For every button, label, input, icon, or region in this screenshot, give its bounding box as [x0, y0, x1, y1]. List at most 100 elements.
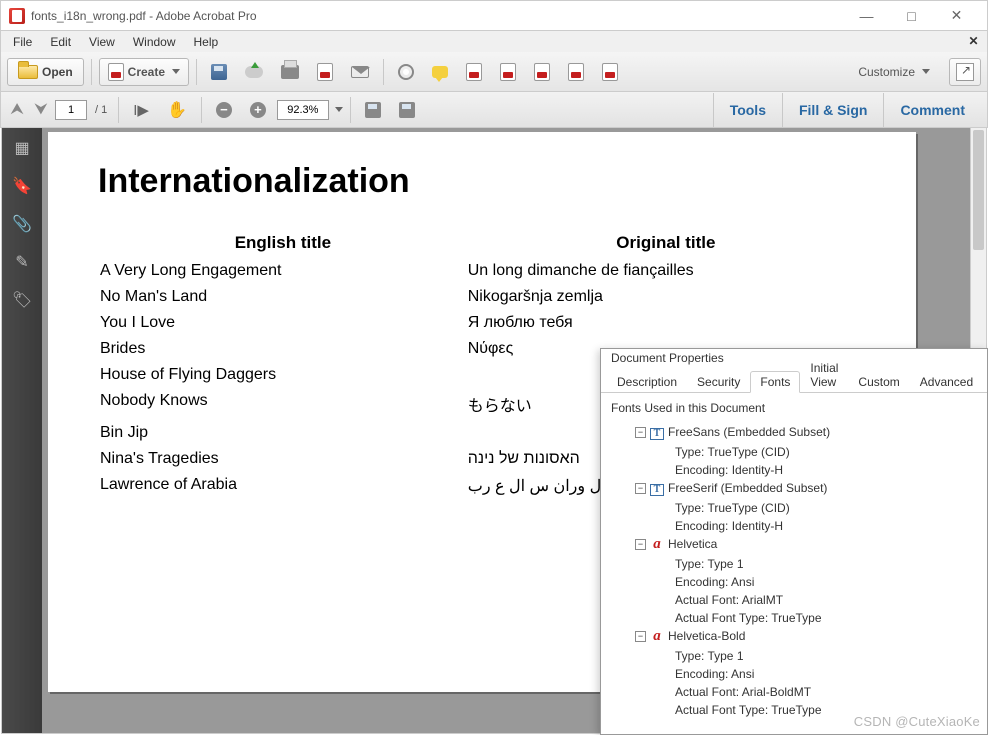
mail-icon	[351, 66, 369, 78]
collapse-icon[interactable]: −	[635, 539, 646, 550]
toolbar-separator	[118, 97, 119, 123]
menu-help[interactable]: Help	[186, 33, 227, 51]
pdf-icon	[108, 63, 124, 81]
font-detail: Encoding: Identity-H	[675, 461, 977, 479]
font-detail: Encoding: Ansi	[675, 573, 977, 591]
cell-original: Un long dimanche de fiançailles	[468, 259, 864, 283]
font-name: FreeSans (Embedded Subset)	[668, 425, 830, 439]
print-button[interactable]	[274, 58, 306, 86]
fullscreen-button[interactable]	[949, 58, 981, 86]
table-row: You I LoveЯ люблю тебя	[100, 311, 864, 335]
menu-window[interactable]: Window	[125, 33, 184, 51]
cell-english: Nina's Tragedies	[100, 447, 466, 471]
menu-edit[interactable]: Edit	[42, 33, 79, 51]
zoom-input[interactable]	[277, 100, 329, 120]
signatures-panel-button[interactable]: ✎	[12, 252, 32, 272]
save-icon	[211, 64, 227, 80]
cloud-upload-button[interactable]	[238, 58, 270, 86]
share-pdf-icon	[317, 63, 333, 81]
tab-initial-view[interactable]: Initial View	[800, 357, 848, 393]
next-page-button[interactable]: ⮟	[31, 100, 51, 120]
maximize-button[interactable]: □	[889, 1, 934, 30]
font-node[interactable]: −a Helvetica-Bold	[635, 627, 977, 645]
bookmarks-panel-button[interactable]: 🔖	[12, 176, 32, 196]
sign-button[interactable]	[561, 58, 591, 86]
tab-custom[interactable]: Custom	[848, 371, 909, 393]
tab-description[interactable]: Description	[607, 371, 687, 393]
cell-original: Я люблю тебя	[468, 311, 864, 335]
font-name: Helvetica-Bold	[668, 629, 745, 643]
tab-security[interactable]: Security	[687, 371, 750, 393]
col-original: Original title	[468, 233, 864, 257]
zoom-in-button[interactable]: +	[243, 96, 273, 124]
font-type-icon: a	[650, 630, 664, 642]
email-button[interactable]	[344, 58, 376, 86]
window-title: fonts_i18n_wrong.pdf - Adobe Acrobat Pro	[31, 9, 844, 23]
fill-sign-panel-button[interactable]: Fill & Sign	[782, 93, 883, 127]
gear-icon	[398, 64, 414, 80]
combine-icon	[534, 63, 550, 81]
tags-panel-button[interactable]: 🏷	[12, 290, 32, 310]
combine-button[interactable]	[527, 58, 557, 86]
plus-icon: +	[250, 102, 266, 118]
font-name: FreeSerif (Embedded Subset)	[668, 481, 827, 495]
fullscreen-icon	[956, 63, 974, 81]
fit-page-icon	[365, 102, 381, 118]
folder-icon	[18, 65, 38, 79]
font-detail: Encoding: Identity-H	[675, 517, 977, 535]
font-node[interactable]: −TFreeSans (Embedded Subset)	[635, 423, 977, 441]
font-node[interactable]: −TFreeSerif (Embedded Subset)	[635, 479, 977, 497]
font-name: Helvetica	[668, 537, 717, 551]
cell-english: Bin Jip	[100, 421, 466, 445]
select-tool-button[interactable]: I▶	[126, 96, 156, 124]
comment-tool-button[interactable]	[425, 58, 455, 86]
table-row: No Man's LandNikogaršnja zemlja	[100, 285, 864, 309]
cell-english: Nobody Knows	[100, 389, 466, 419]
fit-page-button[interactable]	[358, 96, 388, 124]
sign-icon	[568, 63, 584, 81]
tools-panel-button[interactable]: Tools	[713, 93, 782, 127]
font-detail: Type: Type 1	[675, 555, 977, 573]
menu-close-doc-button[interactable]: ✕	[966, 33, 981, 48]
minimize-button[interactable]: ―	[844, 1, 889, 30]
page-number-input[interactable]	[55, 100, 87, 120]
create-label: Create	[128, 65, 165, 79]
menu-bar: File Edit View Window Help ✕	[0, 31, 988, 52]
menu-view[interactable]: View	[81, 33, 123, 51]
form-button[interactable]	[595, 58, 625, 86]
settings-button[interactable]	[391, 58, 421, 86]
thumbnails-panel-button[interactable]: ▦	[12, 138, 32, 158]
collapse-icon[interactable]: −	[635, 427, 646, 438]
scrollbar-thumb[interactable]	[973, 130, 984, 250]
share-button[interactable]	[310, 58, 340, 86]
dialog-body: Fonts Used in this Document −TFreeSans (…	[601, 393, 987, 727]
open-button[interactable]: Open	[7, 58, 84, 86]
font-tree: −TFreeSans (Embedded Subset) Type: TrueTy…	[635, 423, 977, 719]
form-icon	[602, 63, 618, 81]
customize-toolbar-button[interactable]: Customize	[851, 58, 937, 86]
font-detail: Type: TrueType (CID)	[675, 443, 977, 461]
fit-width-button[interactable]	[392, 96, 422, 124]
attachments-panel-button[interactable]: 📎	[12, 214, 32, 234]
collapse-icon[interactable]: −	[635, 631, 646, 642]
export-button[interactable]	[493, 58, 523, 86]
save-button[interactable]	[204, 58, 234, 86]
menu-file[interactable]: File	[5, 33, 40, 51]
edit-pdf-button[interactable]	[459, 58, 489, 86]
zoom-out-button[interactable]: −	[209, 96, 239, 124]
tab-fonts[interactable]: Fonts	[750, 371, 800, 393]
font-node[interactable]: −aHelvetica	[635, 535, 977, 553]
collapse-icon[interactable]: −	[635, 483, 646, 494]
comment-icon	[432, 66, 448, 78]
tab-advanced[interactable]: Advanced	[910, 371, 983, 393]
nav-toolbar: ⮝ ⮟ / 1 I▶ ✋ − + Tools Fill & Sign Comme…	[0, 92, 988, 128]
dialog-title: Document Properties	[601, 349, 987, 369]
side-rail: ▦ 🔖 📎 ✎ 🏷	[2, 128, 42, 733]
close-button[interactable]: ✕	[934, 1, 979, 30]
table-row: A Very Long EngagementUn long dimanche d…	[100, 259, 864, 283]
comment-panel-button[interactable]: Comment	[883, 93, 981, 127]
create-button[interactable]: Create	[99, 58, 189, 86]
prev-page-button[interactable]: ⮝	[7, 100, 27, 120]
hand-tool-button[interactable]: ✋	[160, 96, 194, 124]
chevron-down-icon[interactable]	[335, 107, 343, 112]
